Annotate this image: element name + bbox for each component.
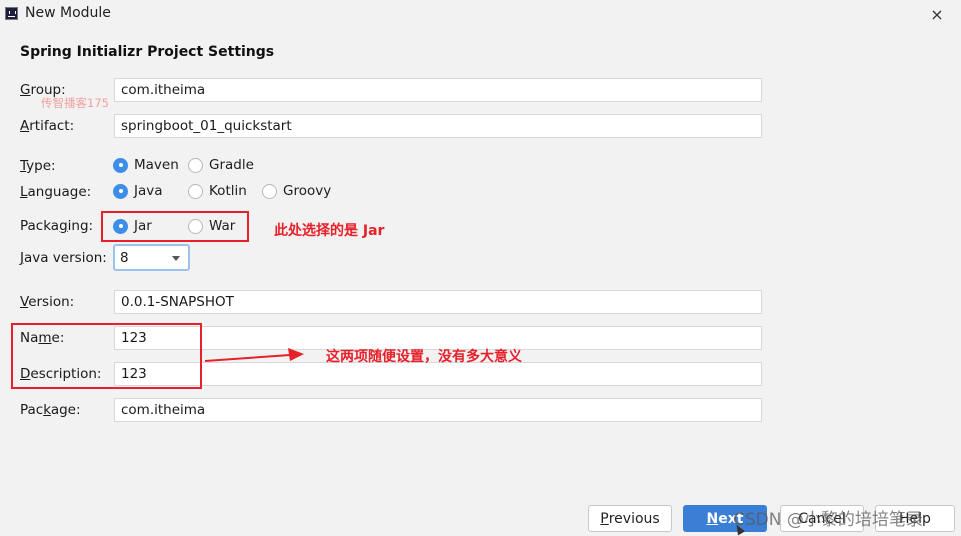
type-maven-radio[interactable]: Maven xyxy=(113,157,179,173)
name-description-highlight-box xyxy=(11,323,202,389)
radio-unselected-icon xyxy=(188,157,203,173)
artifact-input[interactable] xyxy=(114,114,762,138)
radio-unselected-icon xyxy=(262,183,277,199)
packaging-war-radio[interactable]: War xyxy=(188,218,235,234)
language-groovy-radio[interactable]: Groovy xyxy=(262,183,331,199)
arrow-icon xyxy=(204,348,304,362)
packaging-jar-radio[interactable]: Jar xyxy=(113,218,152,234)
radio-selected-icon xyxy=(113,218,128,234)
radio-label: Kotlin xyxy=(209,183,247,199)
package-input[interactable] xyxy=(114,398,762,422)
window-title: New Module xyxy=(25,5,111,21)
radio-selected-icon xyxy=(113,157,128,173)
group-input[interactable] xyxy=(114,78,762,102)
type-label: Type: xyxy=(20,158,56,174)
close-icon[interactable]: × xyxy=(928,6,946,24)
java-version-label: Java version: xyxy=(20,250,107,266)
intellij-icon xyxy=(5,7,18,20)
watermark-text: 传智播客175 xyxy=(41,96,109,110)
language-kotlin-radio[interactable]: Kotlin xyxy=(188,183,247,199)
radio-selected-icon xyxy=(113,183,128,199)
radio-label: Gradle xyxy=(209,157,254,173)
previous-button[interactable]: Previous xyxy=(588,505,672,532)
java-version-value: 8 xyxy=(120,249,129,266)
packaging-annotation: 此处选择的是 Jar xyxy=(274,223,385,239)
version-label: Version: xyxy=(20,294,75,310)
packaging-label: Packaging: xyxy=(20,218,94,234)
radio-unselected-icon xyxy=(188,218,203,234)
radio-unselected-icon xyxy=(188,183,203,199)
type-gradle-radio[interactable]: Gradle xyxy=(188,157,254,173)
chevron-down-icon xyxy=(172,256,180,261)
version-input[interactable] xyxy=(114,290,762,314)
radio-label: Maven xyxy=(134,157,179,173)
java-version-select[interactable]: 8 xyxy=(113,244,190,271)
package-label: Package: xyxy=(20,402,81,418)
language-java-radio[interactable]: Java xyxy=(113,183,163,199)
title-bar: New Module × xyxy=(0,0,961,28)
radio-label: Java xyxy=(134,183,163,199)
csdn-watermark: CSDN @小黎的培培笔录 xyxy=(733,510,923,530)
language-label: Language: xyxy=(20,184,92,200)
section-title: Spring Initializr Project Settings xyxy=(20,44,275,60)
radio-label: Groovy xyxy=(283,183,332,199)
name-description-annotation: 这两项随便设置，没有多大意义 xyxy=(326,349,522,365)
artifact-label: Artifact: xyxy=(20,118,75,134)
radio-label: Jar xyxy=(134,218,152,234)
radio-label: War xyxy=(209,218,236,234)
